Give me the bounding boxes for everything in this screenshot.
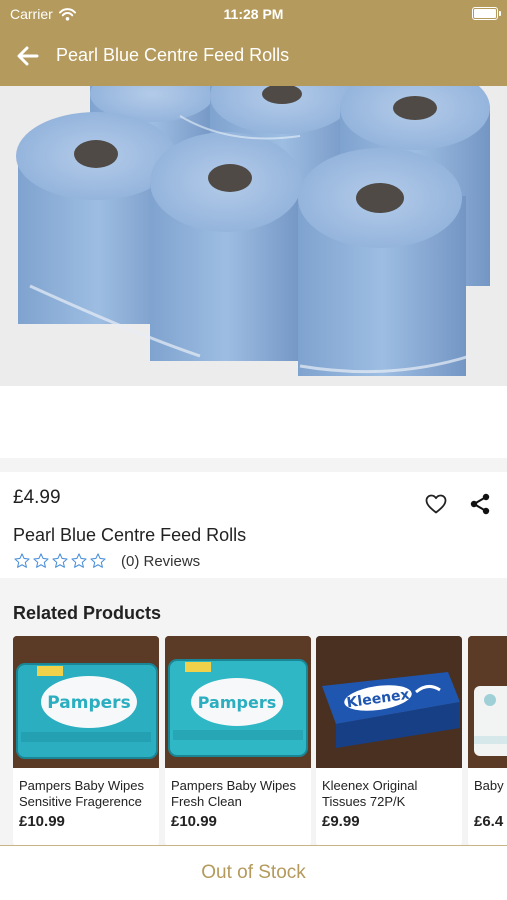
- share-icon: [470, 493, 490, 515]
- related-carousel[interactable]: Pampers Pampers Baby Wipes Sensitive Fra…: [0, 636, 507, 846]
- reviews-link[interactable]: (0) Reviews: [121, 553, 200, 570]
- section-divider: [0, 458, 507, 472]
- favorite-button[interactable]: [424, 492, 448, 516]
- page-title: Pearl Blue Centre Feed Rolls: [56, 45, 290, 65]
- star-outline-icon: [14, 553, 30, 568]
- product-thumbnail: Kleenex: [316, 636, 462, 768]
- arrow-left-icon: [17, 46, 39, 66]
- product-card-price: £6.4: [474, 813, 504, 830]
- nav-bar: Pearl Blue Centre Feed Rolls: [0, 34, 507, 78]
- wipes-pack-image: Pampers: [13, 636, 159, 768]
- product-card-name: Pampers Baby Wipes Sensitive Fragerence: [19, 778, 144, 809]
- product-card[interactable]: Kleenex Kleenex Original Tissues 72P/K £…: [316, 636, 462, 846]
- out-of-stock-label: Out of Stock: [201, 862, 306, 883]
- product-thumbnail: Pampers: [13, 636, 159, 768]
- product-price: £4.99: [13, 487, 61, 508]
- tissue-box-image: Kleenex: [316, 636, 462, 768]
- product-detail-screen: Carrier 11:28 PM Pearl Blue Centre Feed …: [0, 0, 507, 900]
- product-card-price: £10.99: [171, 813, 217, 830]
- battery-icon: [472, 7, 501, 20]
- feed-rolls-image: [0, 86, 507, 386]
- product-thumbnail: [468, 636, 507, 768]
- product-card-name: Pampers Baby Wipes Fresh Clean: [171, 778, 296, 809]
- product-card[interactable]: Pampers Pampers Baby Wipes Fresh Clean £…: [165, 636, 311, 846]
- svg-text:Pampers: Pampers: [47, 693, 130, 713]
- svg-text:Pampers: Pampers: [198, 693, 276, 712]
- baby-product-image: [468, 636, 507, 768]
- image-spacer: [0, 386, 507, 458]
- product-thumbnail: Pampers: [165, 636, 311, 768]
- star-outline-icon: [71, 553, 87, 568]
- related-title: Related Products: [13, 603, 162, 623]
- product-card-price: £9.99: [322, 813, 360, 830]
- star-outline-icon: [52, 553, 68, 568]
- product-card-name: Baby Cham: [474, 778, 507, 793]
- product-name: Pearl Blue Centre Feed Rolls: [13, 525, 247, 545]
- share-button[interactable]: [468, 492, 492, 516]
- product-info: £4.99 Pearl Blue Centre Feed Rolls (0) R…: [0, 472, 507, 578]
- product-card[interactable]: Pampers Pampers Baby Wipes Sensitive Fra…: [13, 636, 159, 846]
- app-header: Carrier 11:28 PM Pearl Blue Centre Feed …: [0, 0, 507, 86]
- stock-status-bar: Out of Stock: [0, 845, 507, 900]
- product-card-price: £10.99: [19, 813, 65, 830]
- product-card[interactable]: Baby Cham £6.4: [468, 636, 507, 846]
- star-outline-icon: [33, 553, 49, 568]
- rating-row[interactable]: (0) Reviews: [13, 552, 200, 570]
- product-image: [0, 86, 507, 386]
- wipes-pack-image: Pampers: [165, 636, 311, 768]
- star-rating: [13, 552, 107, 570]
- status-time: 11:28 PM: [223, 6, 284, 22]
- status-bar: Carrier 11:28 PM: [0, 0, 507, 28]
- heart-icon: [425, 494, 447, 514]
- star-outline-icon: [90, 553, 106, 568]
- back-button[interactable]: [14, 43, 42, 69]
- product-card-name: Kleenex Original Tissues 72P/K: [322, 778, 418, 809]
